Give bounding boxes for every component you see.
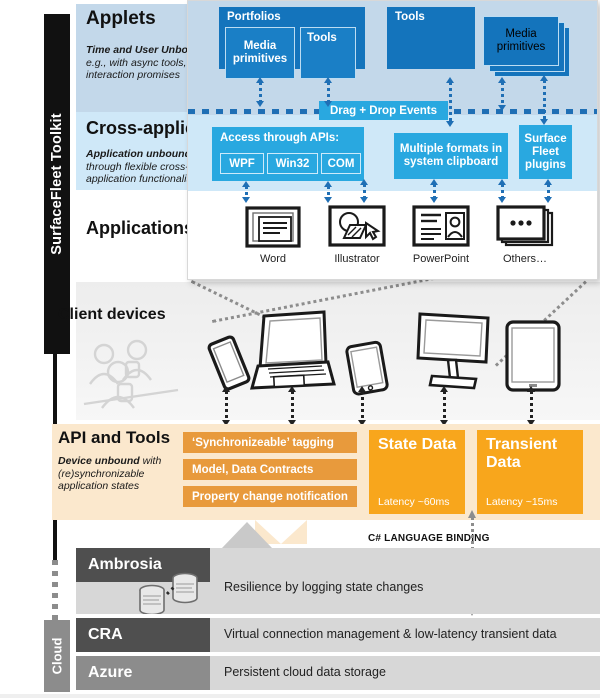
laptop-icon (250, 310, 336, 390)
box-surfacefleet-plugins-label: Surface Fleet plugins (524, 132, 567, 171)
footer-divider (0, 694, 600, 698)
app-powerpoint[interactable]: PowerPoint (410, 203, 472, 265)
arrow-portfolios-tools-to-apis (324, 77, 333, 107)
box-transient-data[interactable]: Transient Data Latency ~15ms (477, 430, 583, 514)
rail-toolkit-label: SurfaceFleet Toolkit (49, 113, 65, 255)
box-system-clipboard-label: Multiple formats in system clipboard (399, 143, 503, 168)
text-ambrosia: Resilience by logging state changes (224, 580, 424, 594)
box-media-primitives-stack[interactable]: Media primitives (480, 15, 572, 77)
arrow-tablet-large-to-api (527, 386, 536, 426)
box-state-data-latency: Latency ~60ms (378, 496, 450, 508)
app-word[interactable]: Word (242, 203, 304, 265)
box-portfolios-tools-label: Tools (307, 32, 337, 44)
description-api-strong: Device unbound (58, 455, 140, 467)
arrow-tools-to-clipboard (446, 77, 455, 127)
bar-model-data-contracts[interactable]: Model, Data Contracts (183, 459, 357, 480)
rail-surfacefleet-toolkit: SurfaceFleet Toolkit (44, 14, 70, 354)
chip-cra[interactable]: CRA (76, 618, 210, 652)
arrow-phone-to-api (222, 386, 231, 426)
arrow-apis-to-illustrator (324, 181, 333, 203)
box-state-data-title: State Data (378, 436, 457, 453)
cloud-row-azure: Azure Persistent cloud data storage (76, 656, 600, 690)
pill-com[interactable]: COM (321, 153, 361, 174)
chip-drag-drop-events[interactable]: Drag + Drop Events (319, 101, 448, 120)
arrow-portfolios-media-to-apis (256, 77, 265, 107)
box-portfolios-label: Portfolios (227, 11, 281, 23)
description-cross-strong: Application unbound (86, 148, 191, 160)
stack-layer-front: Media primitives (483, 16, 559, 66)
box-portfolios-media-primitives-label: Media primitives (232, 40, 288, 65)
box-portfolios-media-primitives[interactable]: Media primitives (225, 27, 295, 79)
vector-shapes-icon (328, 205, 386, 247)
app-word-label: Word (259, 253, 287, 265)
cloud-row-ambrosia: Ambrosia Resilience by logging state cha… (76, 548, 600, 614)
arrow-laptop-to-api (288, 386, 297, 426)
description-api-and-tools: Device unbound with (re)synchronizable a… (58, 455, 178, 493)
pill-win32[interactable]: Win32 (267, 153, 318, 174)
arrow-stack-to-clipboard (498, 77, 507, 111)
app-others-label: Others… (502, 253, 547, 265)
box-access-through-apis[interactable]: Access through APIs: WPF Win32 COM (212, 127, 364, 181)
app-powerpoint-label: PowerPoint (412, 253, 470, 265)
label-api-and-tools: API and Tools (58, 428, 171, 447)
arrow-clipboard-to-others (498, 179, 507, 203)
box-media-primitives-stack-label: Media primitives (496, 28, 546, 53)
box-surfacefleet-plugins[interactable]: Surface Fleet plugins (519, 125, 572, 179)
label-client-devices: Client devices (58, 306, 166, 323)
app-others[interactable]: Others… (494, 203, 556, 265)
label-applets: Applets (86, 8, 156, 29)
ellipsis-window-icon (496, 205, 554, 247)
description-cross-rest: through flexible cross-application funct… (86, 160, 195, 186)
arrow-apis-to-word (242, 181, 251, 203)
app-illustrator[interactable]: Illustrator (326, 203, 388, 265)
document-window-icon (245, 206, 301, 248)
inset-detail-panel: Portfolios Media primitives Tools Tools … (187, 0, 598, 280)
arrow-plugins-to-others (544, 179, 553, 203)
tablet-large-icon (505, 320, 561, 392)
bar-synchronizeable-tagging[interactable]: ‘Synchronizeable’ tagging (183, 432, 357, 453)
box-access-through-apis-label: Access through APIs: (220, 132, 340, 144)
box-tools[interactable]: Tools (387, 7, 475, 69)
box-transient-data-title: Transient Data (486, 436, 558, 471)
chip-azure[interactable]: Azure (76, 656, 210, 690)
pill-wpf[interactable]: WPF (220, 153, 264, 174)
text-cra: Virtual connection management & low-late… (224, 627, 557, 641)
label-applications: Applications (86, 218, 195, 238)
diagram-root: SurfaceFleet Toolkit Cloud Applets Time … (0, 0, 600, 698)
box-transient-data-latency: Latency ~15ms (486, 496, 558, 508)
app-illustrator-label: Illustrator (334, 253, 380, 265)
cloud-up-triangle (222, 522, 272, 548)
cloud-row-cra: CRA Virtual connection management & low-… (76, 618, 600, 652)
bar-property-change-notification[interactable]: Property change notification (183, 486, 357, 507)
arrow-tablet-small-to-api (358, 386, 367, 426)
people-group-illustration (83, 339, 179, 409)
monitor-icon (416, 312, 490, 390)
slide-icon (412, 205, 470, 247)
arrow-stack-to-plugins (540, 75, 549, 125)
box-state-data[interactable]: State Data Latency ~60ms (369, 430, 465, 514)
text-azure: Persistent cloud data storage (224, 665, 386, 679)
arrow-clipboard-to-illustrator (360, 179, 369, 203)
box-tools-label: Tools (395, 11, 425, 23)
rail-cloud: Cloud (44, 620, 70, 692)
arrow-clipboard-to-powerpoint (430, 179, 439, 203)
rail-cloud-label: Cloud (49, 637, 65, 675)
phone-icon (207, 335, 251, 391)
arrow-monitor-to-api (440, 386, 449, 426)
box-portfolios-tools[interactable]: Tools (300, 27, 356, 79)
box-system-clipboard[interactable]: Multiple formats in system clipboard (394, 133, 508, 179)
rail-dotted-connector (52, 560, 58, 624)
tablet-small-icon (345, 340, 389, 396)
